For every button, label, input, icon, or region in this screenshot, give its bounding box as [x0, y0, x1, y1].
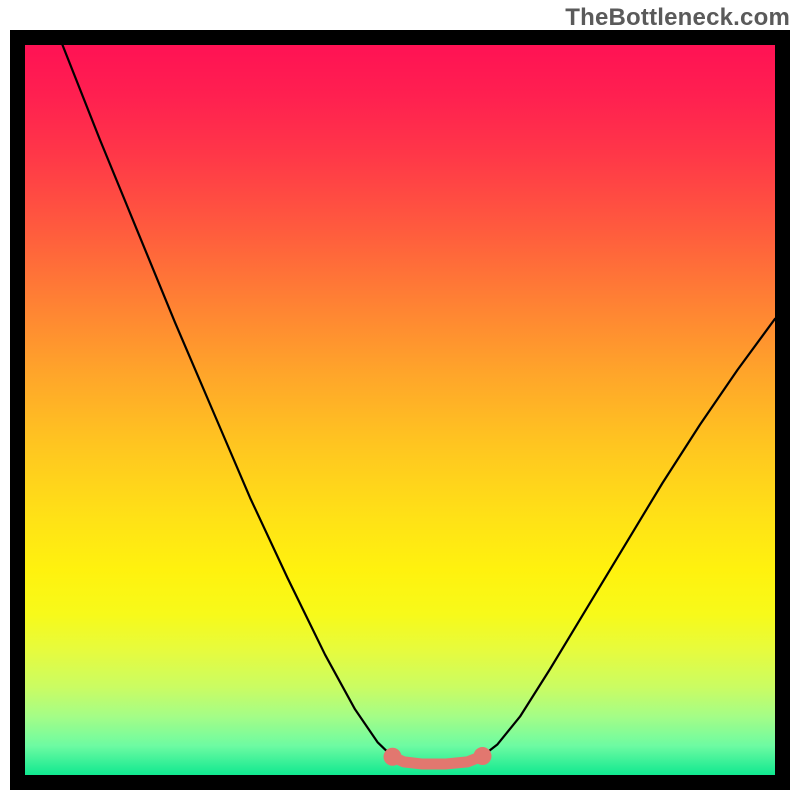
plot-frame	[10, 30, 790, 790]
chart-svg	[25, 45, 775, 775]
chart-container: TheBottleneck.com	[0, 0, 800, 800]
plot-area	[25, 45, 775, 775]
watermark-text: TheBottleneck.com	[565, 4, 790, 32]
gradient-background	[25, 45, 775, 775]
point-valley-endpoints	[474, 747, 492, 765]
point-valley-endpoints	[384, 748, 402, 766]
